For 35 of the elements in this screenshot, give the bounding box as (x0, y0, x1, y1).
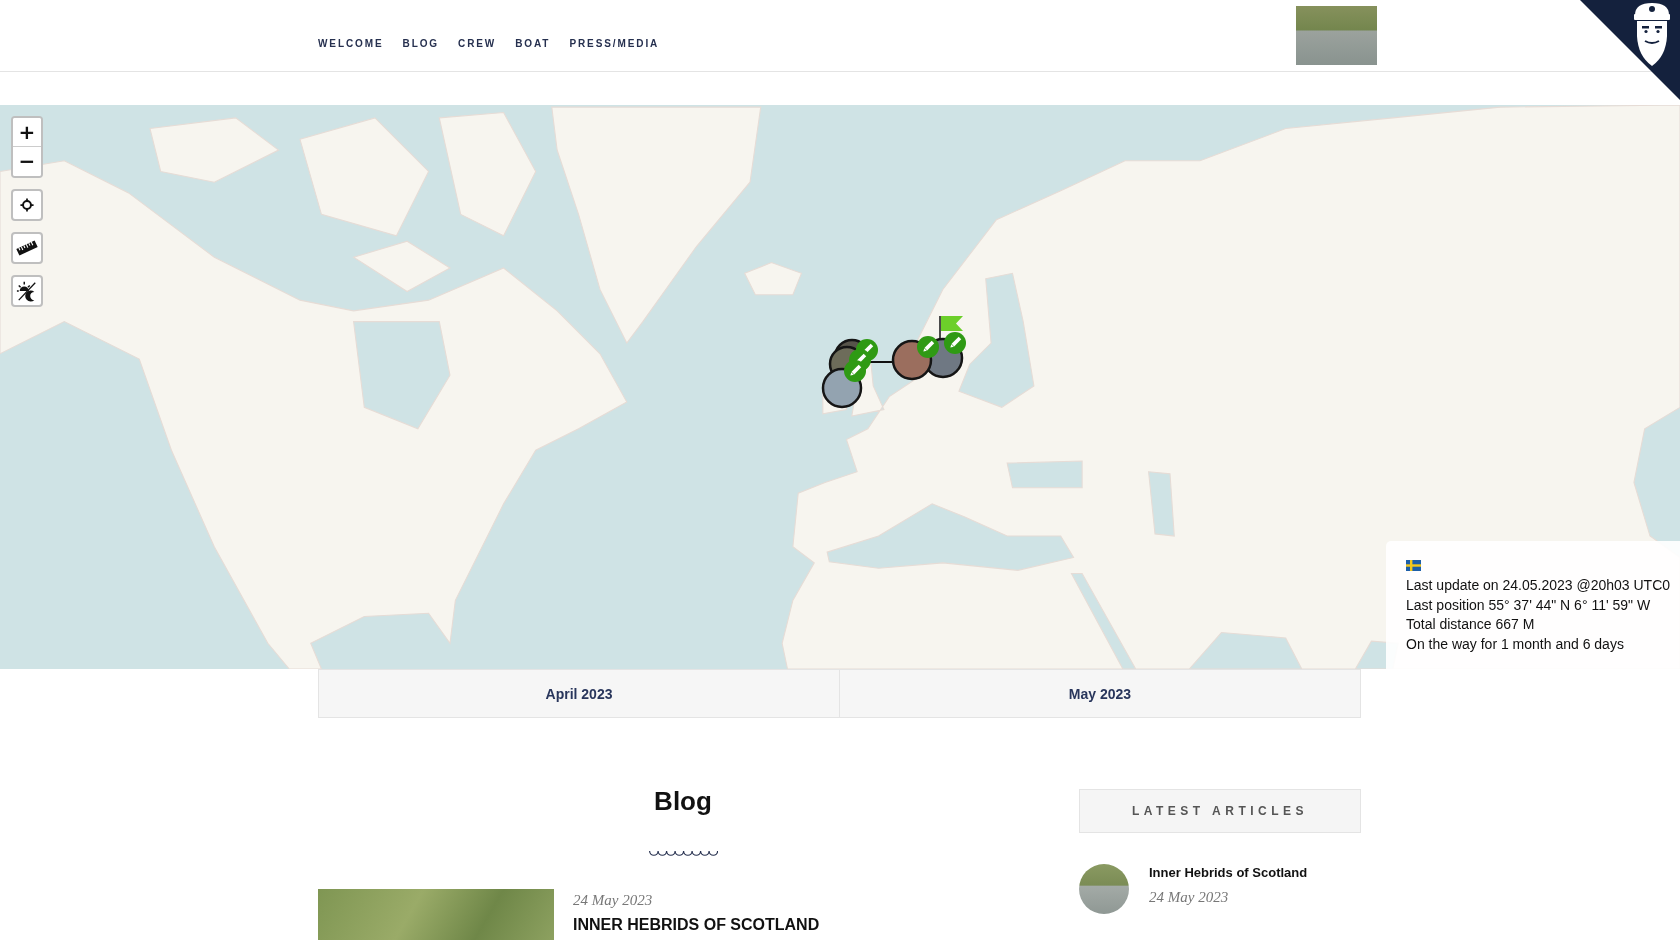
photo-marker-stack[interactable] (821, 338, 878, 409)
article-thumbnail[interactable] (1079, 864, 1129, 914)
pencil-icon[interactable] (917, 336, 939, 358)
photo-marker-stack[interactable] (891, 332, 966, 381)
status-line: Last position 55° 37' 44" N 6° 11' 59" W (1406, 595, 1651, 615)
photo-thumbnail[interactable] (1296, 6, 1377, 65)
month-tab[interactable]: April 2023 (318, 669, 840, 718)
nav-link[interactable]: BOAT (515, 38, 551, 50)
flag-icon (1406, 560, 1421, 571)
status-line: On the way for 1 month and 6 days (1406, 634, 1624, 654)
article-title[interactable]: Inner Hebrids of Scotland (1149, 865, 1308, 881)
status-line: Last update on 24.05.2023 @20h03 UTC0 (1406, 576, 1671, 595)
nav-link[interactable]: PRESS/MEDIA (569, 38, 660, 50)
measure-button[interactable] (11, 232, 43, 264)
zoom-in-button[interactable]: + (13, 118, 41, 147)
captain-icon[interactable] (1634, 3, 1670, 66)
month-tab[interactable]: May 2023 (840, 669, 1361, 718)
status-line: Total distance 667 M (1406, 615, 1535, 634)
nav-link[interactable]: WELCOME (318, 38, 384, 50)
post-title[interactable]: INNER HEBRIDS OF SCOTLAND (573, 916, 820, 934)
post-date: 24 May 2023 (573, 891, 653, 909)
section-heading: LATEST ARTICLES (1079, 789, 1361, 833)
pencil-icon[interactable] (944, 332, 966, 354)
pencil-icon[interactable] (844, 360, 866, 382)
flag-pin-icon[interactable] (939, 315, 963, 340)
article-date: 24 May 2023 (1149, 888, 1229, 906)
day-night-button[interactable] (11, 275, 43, 307)
section-title: Blog (654, 785, 712, 817)
sun-moon-icon (16, 280, 38, 302)
nav-link[interactable]: CREW (458, 38, 497, 50)
locate-button[interactable] (11, 189, 43, 221)
ruler-icon (16, 237, 38, 259)
wave-ornament (648, 850, 718, 858)
crosshair-icon (20, 198, 34, 212)
nav-link[interactable]: BLOG (402, 38, 440, 50)
